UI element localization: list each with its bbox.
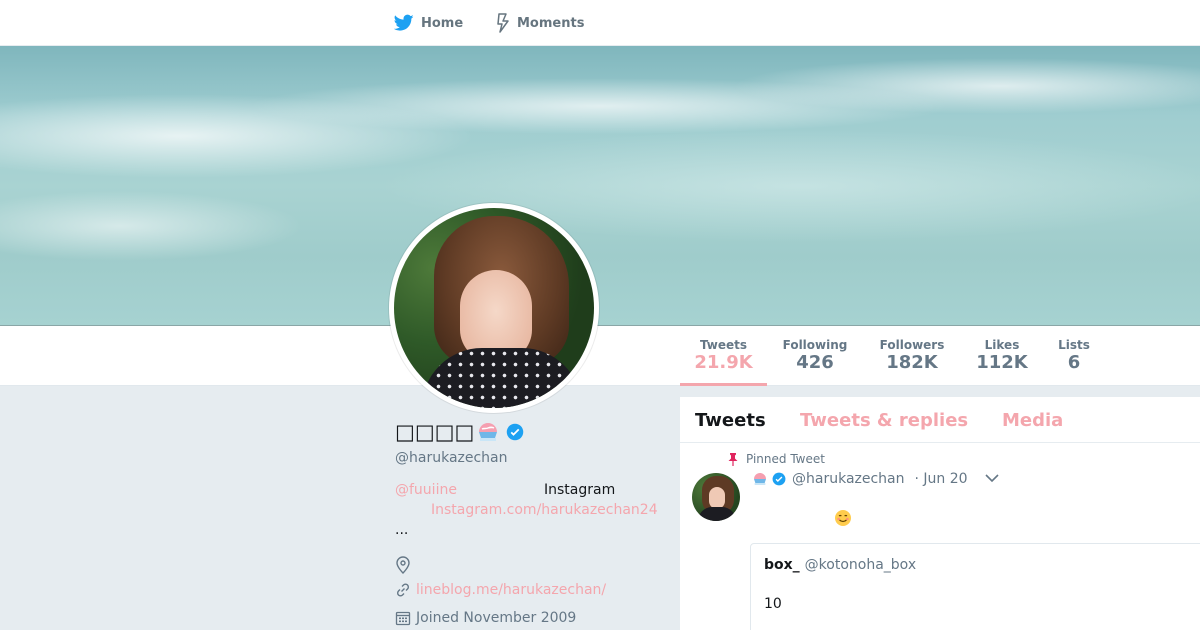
profile-name-text: □□□□: [395, 420, 475, 444]
stat-followers[interactable]: Followers 182K: [872, 326, 952, 386]
tweet-avatar-face: [709, 487, 725, 509]
profile-stats-nav: Tweets 21.9K Following 426 Followers 182…: [0, 326, 1200, 386]
tab-tweets[interactable]: Tweets: [695, 410, 766, 431]
stat-label: Lists: [1058, 338, 1090, 352]
joined-text: Joined November 2009: [416, 610, 577, 626]
quoted-tweet-name: box_: [764, 557, 800, 573]
pinned-tweet-label: Pinned Tweet: [728, 452, 825, 466]
twitter-bird-icon: [394, 14, 414, 32]
avatar-dress-shape: [422, 348, 582, 408]
tweet-screen-name[interactable]: @harukazechan: [792, 471, 905, 487]
tweet-avatar-dress: [698, 507, 736, 521]
timeline: Tweets Tweets & replies Media Pinned Twe…: [680, 397, 1200, 630]
profile-avatar[interactable]: [389, 203, 599, 413]
location-row: [395, 556, 416, 574]
quoted-tweet[interactable]: box_ @kotonoha_box 10: [750, 543, 1200, 630]
stat-likes[interactable]: Likes 112K: [969, 326, 1035, 386]
moments-bolt-icon: [496, 13, 510, 33]
bio-ellipsis: ...: [395, 522, 409, 538]
quoted-tweet-header: box_ @kotonoha_box: [764, 557, 916, 573]
nav-home[interactable]: Home: [394, 0, 463, 46]
quoted-tweet-text: 10: [764, 596, 782, 612]
stat-value: 426: [796, 352, 834, 373]
profile-name[interactable]: □□□□: [395, 420, 524, 444]
joined-row: Joined November 2009: [395, 610, 576, 626]
verified-icon: [772, 472, 786, 486]
bio-mention-link[interactable]: @fuuiine: [395, 482, 457, 498]
chevron-down-icon[interactable]: [984, 473, 1000, 483]
pin-icon: [728, 452, 738, 466]
stat-label: Following: [782, 338, 848, 352]
stat-value: 112K: [976, 352, 1028, 373]
profile-screen-name[interactable]: @harukazechan: [395, 450, 508, 466]
stat-label: Tweets: [699, 338, 748, 352]
stat-value: 182K: [886, 352, 938, 373]
verified-icon: [506, 423, 524, 441]
nav-home-label: Home: [421, 15, 464, 31]
quoted-tweet-screen-name: @kotonoha_box: [804, 557, 917, 573]
stat-tweets[interactable]: Tweets 21.9K: [680, 326, 767, 386]
shaved-ice-icon: [476, 420, 500, 444]
nav-moments-label: Moments: [517, 15, 585, 31]
stat-lists[interactable]: Lists 6: [1050, 326, 1098, 386]
profile-banner: [0, 46, 1200, 326]
location-icon: [395, 556, 411, 574]
stat-label: Followers: [879, 338, 945, 352]
tweet-date[interactable]: · Jun 20: [915, 471, 968, 487]
smile-icon: [834, 509, 852, 527]
tweet-header: @harukazechan · Jun 20: [752, 471, 968, 487]
calendar-icon: [395, 610, 411, 626]
bio-instagram-text: Instagram: [544, 482, 616, 498]
shaved-ice-icon: [752, 471, 768, 487]
website-row: lineblog.me/harukazechan/: [395, 582, 606, 598]
timeline-tabs: Tweets Tweets & replies Media: [680, 397, 1200, 443]
top-nav: Home Moments: [0, 0, 1200, 46]
bio-instagram-link[interactable]: Instagram.com/harukazechan24: [431, 502, 658, 518]
website-link[interactable]: lineblog.me/harukazechan/: [416, 582, 606, 598]
stat-following[interactable]: Following 426: [777, 326, 853, 386]
avatar-photo: [394, 208, 594, 408]
stat-value: 6: [1067, 352, 1081, 373]
nav-moments[interactable]: Moments: [496, 0, 584, 46]
stat-value: 21.9K: [694, 352, 753, 373]
tweet-avatar[interactable]: [692, 473, 740, 521]
stat-label: Likes: [984, 338, 1020, 352]
tab-tweets-replies[interactable]: Tweets & replies: [800, 410, 968, 431]
link-icon: [395, 582, 411, 598]
pinned-text: Pinned Tweet: [746, 452, 825, 466]
tab-media[interactable]: Media: [1002, 410, 1063, 431]
